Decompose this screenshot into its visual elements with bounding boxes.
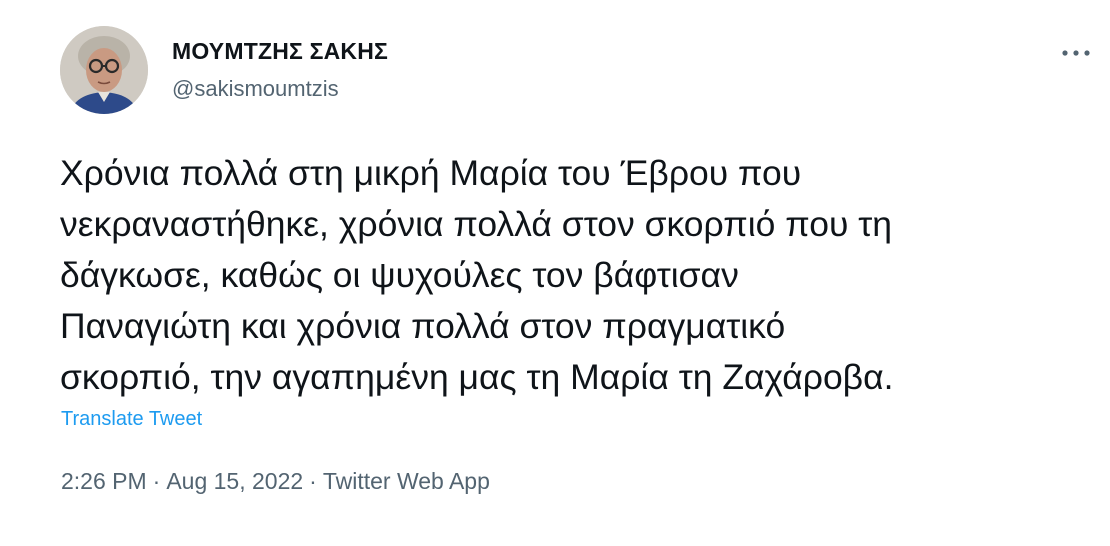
tweet-text-line: δάγκωσε, καθώς οι ψυχούλες τον βάφτισαν xyxy=(60,255,739,295)
profile-photo-icon xyxy=(60,26,148,114)
author-display-name[interactable]: ΜΟΥΜΤΖΗΣ ΣΑΚΗΣ xyxy=(172,38,388,65)
tweet-meta: 2:26 PM · Aug 15, 2022 · Twitter Web App xyxy=(61,468,490,495)
translate-tweet-link[interactable]: Translate Tweet xyxy=(61,408,202,431)
tweet-text: Χρόνια πολλά στη μικρή Μαρία του Έβρου π… xyxy=(60,148,1100,403)
tweet-source[interactable]: Twitter Web App xyxy=(323,468,490,494)
tweet-text-line: νεκραναστήθηκε, χρόνια πολλά στον σκορπι… xyxy=(60,204,892,244)
tweet-card: ΜΟΥΜΤΖΗΣ ΣΑΚΗΣ @sakismoumtzis Χρόνια πολ… xyxy=(0,0,1110,546)
author-handle[interactable]: @sakismoumtzis xyxy=(172,76,339,102)
separator: · xyxy=(309,468,317,494)
tweet-text-line: Παναγιώτη και χρόνια πολλά στον πραγματι… xyxy=(60,306,786,346)
more-options-button[interactable] xyxy=(1054,38,1098,68)
avatar[interactable] xyxy=(60,26,148,114)
more-horizontal-icon xyxy=(1062,50,1090,56)
tweet-date[interactable]: Aug 15, 2022 xyxy=(166,468,303,494)
separator: · xyxy=(152,468,161,494)
tweet-text-line: Χρόνια πολλά στη μικρή Μαρία του Έβρου π… xyxy=(60,153,802,193)
tweet-text-line: σκορπιό, την αγαπημένη μας τη Μαρία τη Ζ… xyxy=(60,357,894,397)
tweet-time[interactable]: 2:26 PM xyxy=(61,468,147,494)
